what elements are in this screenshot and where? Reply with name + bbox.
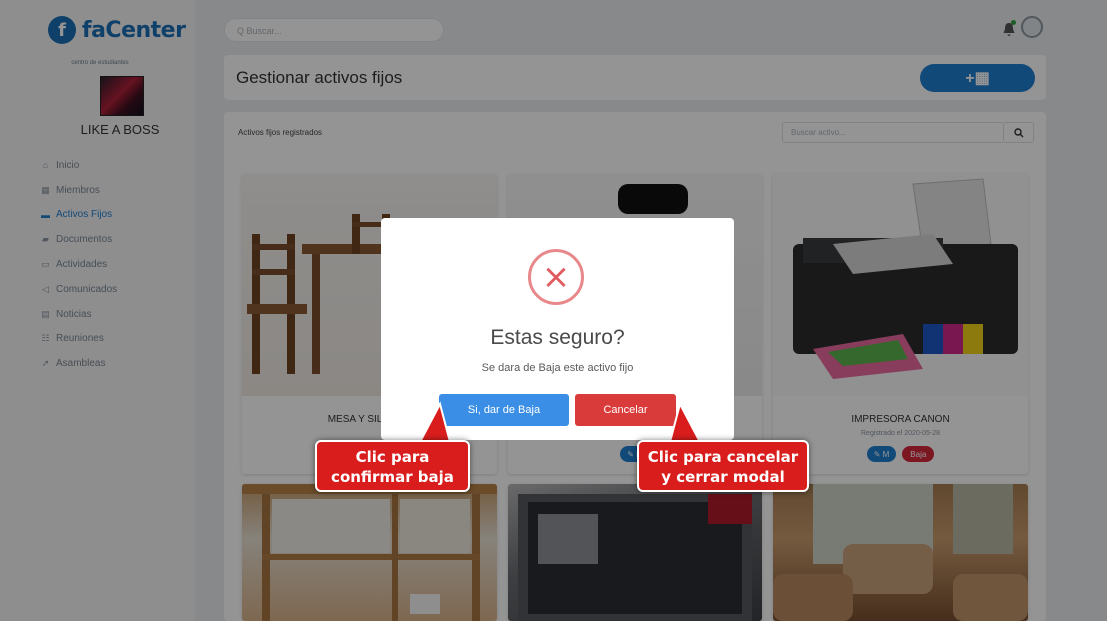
- callout-line: confirmar baja: [331, 468, 454, 486]
- cancel-callout: Clic para cancelar y cerrar modal: [637, 440, 809, 492]
- callout-line: y cerrar modal: [661, 468, 785, 486]
- callout-line: Clic para: [355, 448, 430, 466]
- confirm-callout: Clic para confirmar baja: [315, 440, 470, 492]
- callout-pointers: [418, 401, 702, 443]
- callout-line: Clic para cancelar: [647, 448, 799, 466]
